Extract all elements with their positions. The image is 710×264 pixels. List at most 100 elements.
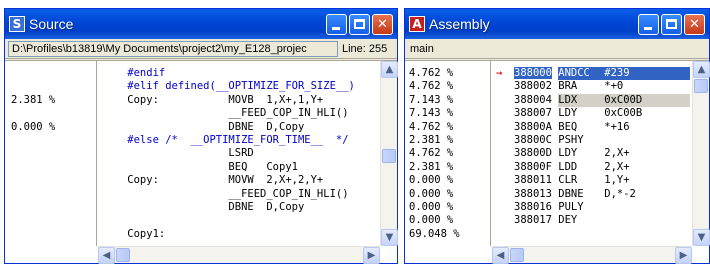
scroll-right-icon[interactable]: ▶ bbox=[363, 247, 380, 264]
assembly-gutter-value: 4.762 % bbox=[409, 120, 454, 133]
scroll-thumb[interactable] bbox=[382, 149, 396, 163]
source-profile-gutter: 2.381 % 0.000 % bbox=[5, 61, 97, 246]
source-code-line[interactable]: #else /* __OPTIMIZE_FOR_TIME__ */ bbox=[102, 134, 380, 147]
source-gutter-value: 2.381 % bbox=[11, 93, 56, 106]
minimize-button[interactable] bbox=[326, 13, 347, 35]
assembly-row[interactable]: 38800F LDD 2,X+ bbox=[496, 161, 692, 174]
assembly-row[interactable] bbox=[496, 228, 692, 241]
assembly-gutter-value: 0.000 % bbox=[409, 187, 454, 200]
source-gutter-value bbox=[11, 214, 96, 227]
source-gutter-value bbox=[11, 67, 96, 80]
source-code-line[interactable]: Copy1: bbox=[102, 228, 380, 241]
assembly-address: 388016 bbox=[514, 200, 552, 213]
assembly-address: 38800D bbox=[514, 147, 552, 160]
assembly-gutter-value: 4.762 % bbox=[409, 80, 454, 93]
scroll-thumb[interactable] bbox=[116, 248, 130, 262]
source-gutter-value bbox=[11, 161, 96, 174]
source-gutter-value bbox=[11, 174, 96, 187]
assembly-row[interactable]: 38800D LDY 2,X+ bbox=[496, 147, 692, 160]
assembly-operand: *+16 bbox=[604, 120, 630, 133]
source-file-path[interactable]: D:\Profiles\b13819\My Documents\project2… bbox=[8, 40, 338, 57]
close-icon: ✕ bbox=[689, 16, 700, 32]
assembly-window-icon: A bbox=[409, 16, 425, 32]
scroll-thumb[interactable] bbox=[510, 248, 524, 262]
source-code-line[interactable]: Copy: MOVB 1,X+,1,Y+ bbox=[102, 94, 380, 107]
source-code-line[interactable] bbox=[102, 214, 380, 227]
assembly-pane: 4.762 % 4.762 % 7.143 % 7.143 % 4.762 % 2.381… bbox=[405, 60, 710, 264]
scroll-down-icon[interactable]: ▼ bbox=[693, 229, 710, 246]
source-code-line[interactable]: #elif defined(__OPTIMIZE_FOR_SIZE__) bbox=[102, 80, 380, 93]
assembly-row[interactable]: → 388000 ANDCC #239 bbox=[496, 67, 692, 81]
source-code-line[interactable]: Copy: MOVW 2,X+,2,Y+ bbox=[102, 174, 380, 187]
assembly-address: 388002 bbox=[514, 80, 552, 93]
assembly-row[interactable]: 388013 DBNED,*-2;a bbox=[496, 188, 692, 201]
source-line-indicator: Line: 255 bbox=[342, 42, 388, 55]
maximize-icon bbox=[354, 18, 365, 29]
source-code-line[interactable]: DBNE D,Copy bbox=[102, 121, 380, 134]
minimize-button[interactable] bbox=[638, 13, 659, 35]
source-code-line[interactable]: LSRD bbox=[102, 147, 380, 160]
assembly-row[interactable]: 388011 CLR 1,Y+ bbox=[496, 174, 692, 187]
source-vertical-scrollbar[interactable]: ▲ ▼ bbox=[380, 61, 398, 246]
source-code-line[interactable]: __FEED_COP_IN_HLI() bbox=[102, 188, 380, 201]
assembly-operand: 0xC00B bbox=[604, 107, 643, 120]
assembly-row[interactable]: 388017 DEY bbox=[496, 214, 692, 227]
assembly-vertical-scrollbar[interactable]: ▲ ▼ bbox=[692, 61, 710, 246]
assembly-mnemonic: LDD bbox=[558, 160, 578, 173]
assembly-gutter-value: 4.762 % bbox=[409, 147, 454, 160]
assembly-mnemonic: LDY bbox=[558, 147, 578, 160]
scroll-down-icon[interactable]: ▼ bbox=[381, 229, 398, 246]
source-code-line[interactable]: DBNE D,Copy bbox=[102, 201, 380, 214]
maximize-button[interactable] bbox=[349, 13, 370, 35]
maximize-button[interactable] bbox=[661, 13, 682, 35]
assembly-mnemonic: LDY bbox=[558, 107, 578, 120]
assembly-function-name: main bbox=[410, 42, 434, 55]
source-gutter-value bbox=[11, 80, 96, 93]
assembly-titlebar[interactable]: A Assembly ✕ bbox=[405, 9, 709, 39]
assembly-code-area[interactable]: →388000 ANDCC#239388002 BRA*+0;abs388004… bbox=[492, 61, 692, 246]
assembly-operand: 2,X+ bbox=[604, 160, 630, 173]
assembly-operand: *+0 bbox=[604, 80, 624, 93]
source-code-line[interactable]: #endif bbox=[102, 67, 380, 80]
scroll-up-icon[interactable]: ▲ bbox=[693, 61, 710, 78]
source-code-area[interactable]: #endif #elif defined(__OPTIMIZE_FOR_SIZE… bbox=[98, 61, 380, 246]
close-button[interactable]: ✕ bbox=[372, 13, 393, 35]
assembly-gutter-value: 7.143 % bbox=[409, 107, 454, 120]
source-horizontal-scrollbar[interactable]: ◀ ▶ bbox=[98, 246, 380, 264]
assembly-row[interactable]: 388016 PULY bbox=[496, 201, 692, 214]
assembly-address: 388004 bbox=[514, 93, 552, 106]
scroll-left-icon[interactable]: ◀ bbox=[98, 247, 115, 264]
assembly-address: 388017 bbox=[514, 214, 552, 227]
assembly-gutter-value: 0.000 % bbox=[409, 200, 454, 213]
source-gutter-value bbox=[11, 201, 96, 214]
assembly-row[interactable]: 38800C PSHY bbox=[496, 134, 692, 147]
scroll-up-icon[interactable]: ▲ bbox=[381, 61, 398, 78]
assembly-operand: D,*-2 bbox=[604, 187, 636, 200]
assembly-mnemonic: BEQ bbox=[558, 120, 578, 133]
source-code-line[interactable]: __FEED_COP_IN_HLI() bbox=[102, 107, 380, 120]
assembly-mnemonic: PULY bbox=[558, 200, 584, 213]
assembly-window-title: Assembly bbox=[429, 16, 490, 32]
source-gutter-value bbox=[11, 188, 96, 201]
assembly-gutter-value: 0.000 % bbox=[409, 174, 454, 187]
assembly-gutter-value: 69.048 % bbox=[409, 227, 460, 240]
close-button[interactable]: ✕ bbox=[684, 13, 705, 35]
scroll-thumb[interactable] bbox=[694, 79, 708, 93]
assembly-row[interactable]: 388004 LDX 0xC00D bbox=[496, 93, 692, 108]
source-code-line[interactable]: BEQ Copy1 bbox=[102, 161, 380, 174]
scroll-right-icon[interactable]: ▶ bbox=[675, 247, 692, 264]
assembly-row[interactable]: 388007 LDY 0xC00B bbox=[496, 107, 692, 120]
scroll-left-icon[interactable]: ◀ bbox=[492, 247, 509, 264]
source-pane: 2.381 % 0.000 % #endif #elif defined(__OP… bbox=[5, 60, 398, 264]
assembly-row[interactable]: 38800A BEQ*+16;al bbox=[496, 121, 692, 134]
source-titlebar[interactable]: S Source ✕ bbox=[5, 9, 397, 39]
assembly-row[interactable]: 388002 BRA*+0;abs bbox=[496, 80, 692, 93]
assembly-address: 38800A bbox=[514, 120, 552, 133]
assembly-mnemonic: PSHY bbox=[558, 133, 584, 146]
assembly-gutter-value: 7.143 % bbox=[409, 93, 454, 106]
source-gutter-value bbox=[11, 147, 96, 160]
minimize-icon bbox=[332, 26, 340, 30]
assembly-horizontal-scrollbar[interactable]: ◀ ▶ bbox=[492, 246, 692, 264]
assembly-window: A Assembly ✕ main 4.762 % 4.762 % 7.143 % 7… bbox=[404, 8, 710, 264]
assembly-mnemonic: DBNE bbox=[558, 187, 584, 200]
